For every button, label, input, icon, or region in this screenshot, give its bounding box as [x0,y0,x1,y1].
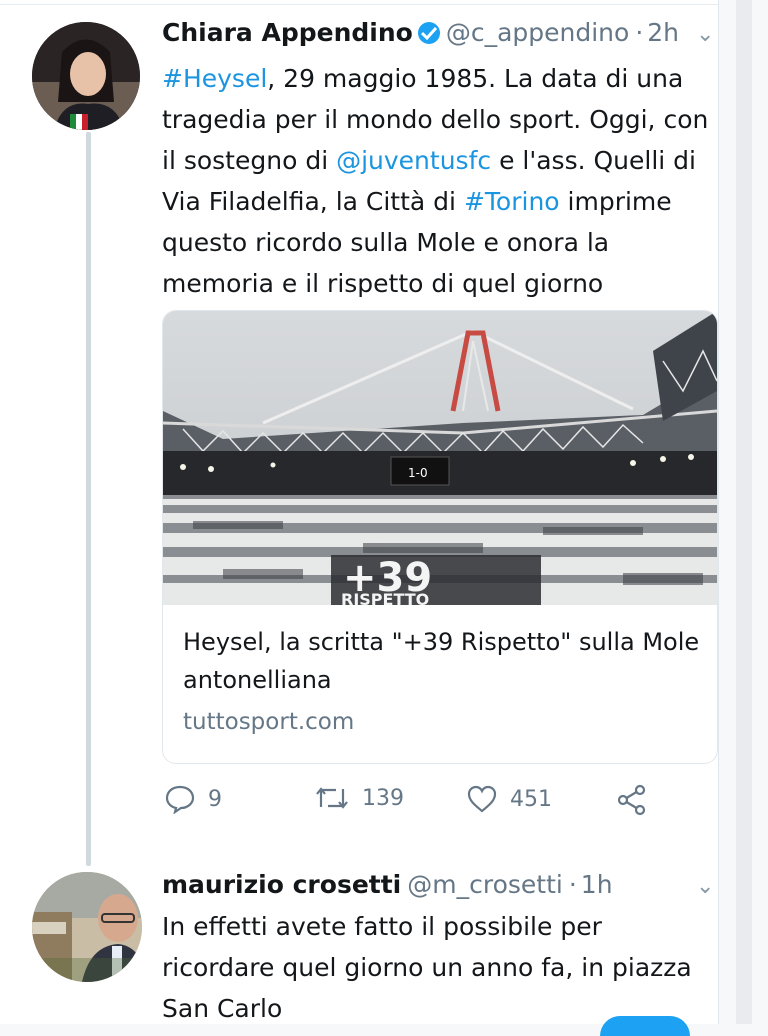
chevron-down-icon[interactable]: ⌄ [696,22,714,47]
verified-badge-icon [417,22,440,44]
card-domain[interactable]: tuttosport.com [183,709,354,735]
share-icon [617,784,646,816]
tweet2-time[interactable]: 1h [581,870,613,899]
like-count: 451 [510,786,552,812]
tweet2-dot: · [568,870,577,899]
image-text-rispetto: RISPETTO [341,590,429,605]
hashtag-heysel[interactable]: #Heysel [162,64,267,93]
tweet1-header: Chiara Appendino @c_appendino · 2h [162,18,679,47]
card-title[interactable]: Heysel, la scritta "+39 Rispetto" sulla … [183,623,703,699]
tweet1-handle[interactable]: @c_appendino [446,18,629,47]
scoreboard-text: 1-0 [408,466,428,480]
top-divider [0,0,718,5]
tweet1-author-name[interactable]: Chiara Appendino [162,18,413,47]
tweet1-dot: · [635,18,644,47]
retweet-count: 139 [362,785,404,811]
tweet1-time[interactable]: 2h [647,18,679,47]
compose-button-partial[interactable] [600,1016,690,1036]
tweet2-header: maurizio crosetti @m_crosetti · 1h [162,870,613,899]
card-image-stadium: 1-0 +39 RISPETTO [163,311,717,609]
link-preview-card[interactable]: 1-0 +39 RISPETTO Heysel, la scritta "+39… [162,310,718,764]
tweet2-handle[interactable]: @m_crosetti [407,870,563,899]
retweet-icon [316,787,348,809]
like-icon [467,785,497,813]
avatar-chiara-appendino[interactable] [32,22,140,130]
reply-icon [165,785,195,814]
tweet2-text: In effetti avete fatto il possibile per … [162,912,692,1023]
like-button[interactable]: 451 [466,784,552,814]
tweet1-text: #Heysel, 29 maggio 1985. La data di una … [162,58,722,304]
tweet2-author-name[interactable]: maurizio crosetti [162,870,401,899]
chevron-down-icon[interactable]: ⌄ [696,874,714,899]
thread-connector-line [86,132,91,866]
avatar-maurizio-crosetti[interactable] [32,872,142,982]
scrollbar[interactable] [736,0,752,1024]
reply-count: 9 [208,786,222,812]
mention-juventusfc[interactable]: @juventusfc [336,146,491,175]
hashtag-torino[interactable]: #Torino [464,187,560,216]
retweet-button[interactable]: 139 [314,784,404,812]
share-button[interactable] [616,784,662,816]
reply-button[interactable]: 9 [164,784,222,814]
tweet1-action-bar: 9 139 451 [164,784,664,824]
